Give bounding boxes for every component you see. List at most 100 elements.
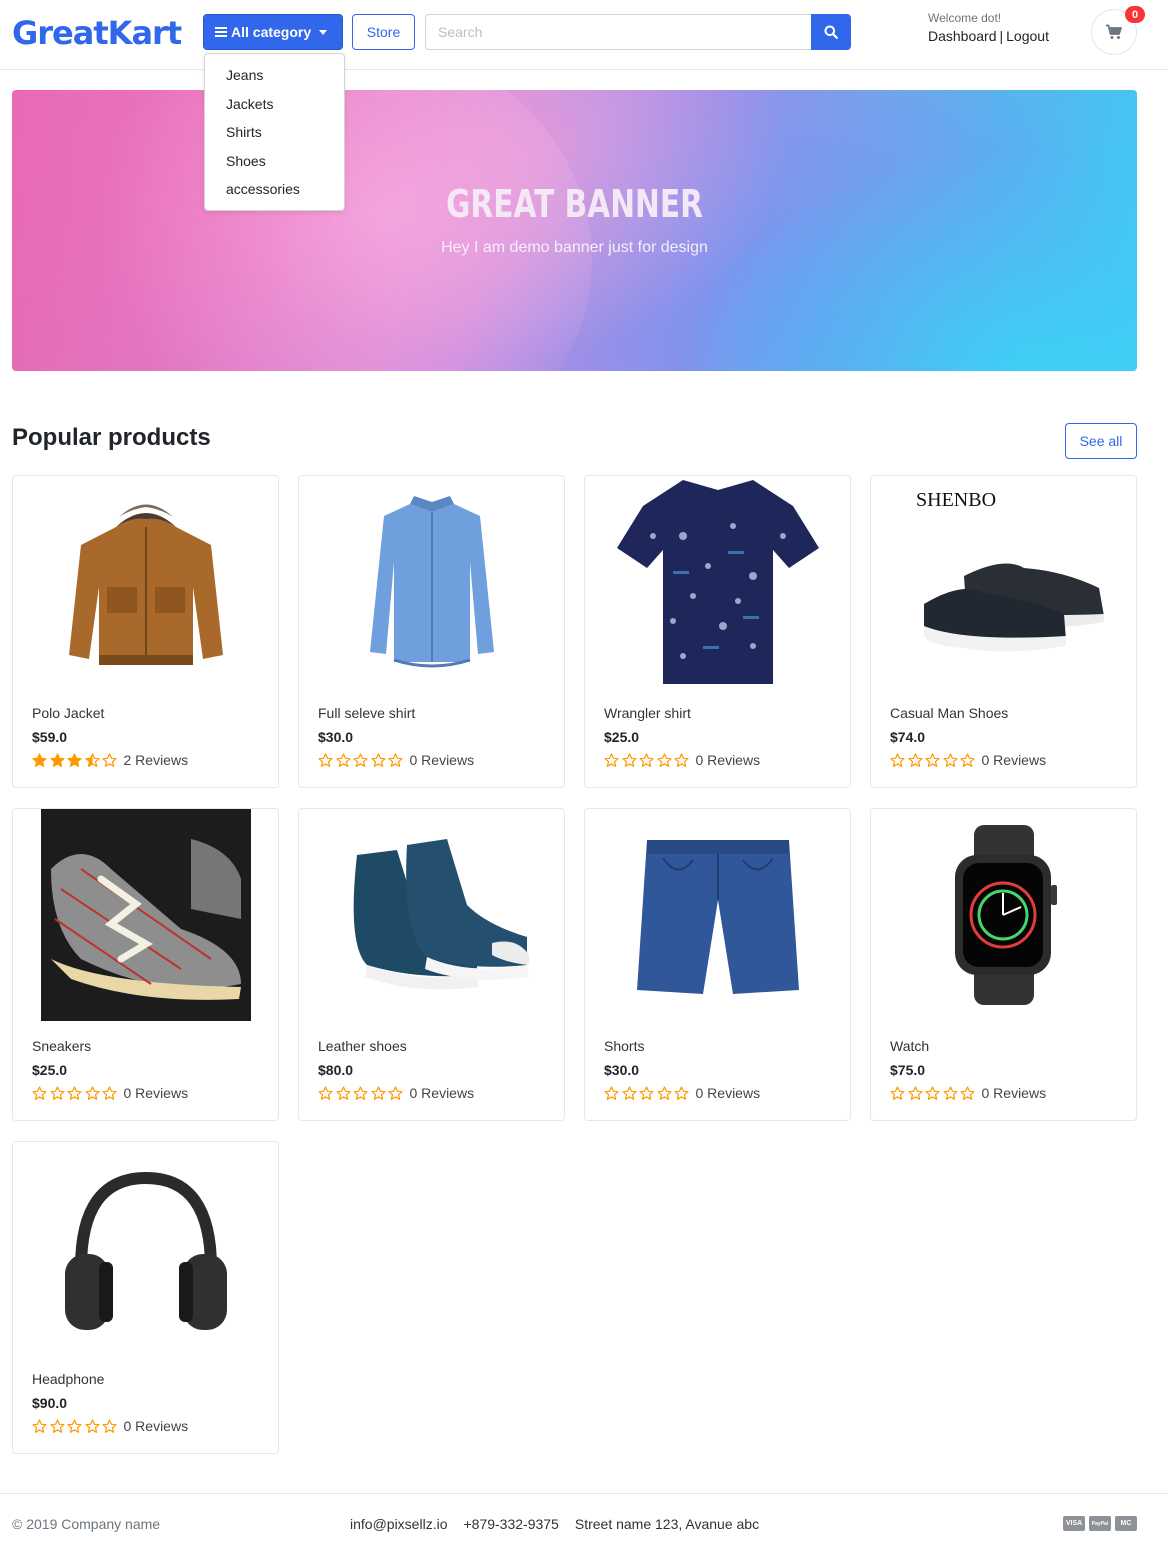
account-links: Dashboard | Logout [928,28,1049,44]
logo[interactable]: GreatKart [12,14,182,52]
product-rating: 0 Reviews [890,1085,1046,1101]
paypal-icon: PayPal [1089,1516,1111,1531]
headphone-image [23,1142,268,1354]
rating-stars [32,752,120,768]
star-empty-icon [907,1085,923,1100]
review-count: 0 Reviews [409,1085,475,1101]
logout-link[interactable]: Logout [1006,28,1049,44]
banner-subtitle: Hey I am demo banner just for design [441,239,708,256]
search-input[interactable] [425,14,812,50]
star-empty-icon [67,1418,82,1433]
rating-stars [604,1085,692,1101]
product-card[interactable]: Headphone $90.0 0 Reviews [12,1141,279,1454]
review-count: 0 Reviews [123,1418,189,1434]
category-item-shoes[interactable]: Shoes [205,149,344,178]
product-card[interactable]: Watch $75.0 0 Reviews [870,808,1137,1121]
menu-icon [215,25,227,39]
cart-count-badge: 0 [1125,6,1145,23]
star-empty-icon [388,752,403,767]
product-price: $74.0 [890,729,926,745]
rating-stars [890,752,978,768]
star-empty-icon [925,752,940,767]
star-empty-icon [102,1085,117,1100]
site-header: GreatKart All category Store Welcome dot… [0,0,1168,70]
review-count: 2 Reviews [123,752,189,768]
product-rating: 2 Reviews [32,752,188,768]
star-empty-icon [656,1085,672,1100]
product-name[interactable]: Wrangler shirt [604,705,691,721]
hero-banner: GREAT BANNER Hey I am demo banner just f… [12,90,1137,371]
product-rating: 0 Reviews [890,752,1046,768]
star-empty-icon [102,1418,117,1433]
product-name[interactable]: Full seleve shirt [318,705,415,721]
category-item-accessories[interactable]: accessories [205,177,344,206]
product-price: $90.0 [32,1395,68,1411]
product-name[interactable]: Watch [890,1038,929,1054]
star-empty-icon [907,752,923,767]
star-empty-icon [639,1085,654,1100]
product-name[interactable]: Headphone [32,1371,104,1387]
search-button[interactable] [811,14,851,50]
payment-methods: VISA PayPal MC [1063,1516,1141,1531]
category-dropdown: Jeans Jackets Shirts Shoes accessories [204,53,345,211]
product-rating: 0 Reviews [604,1085,760,1101]
star-empty-icon [890,1085,905,1100]
star-empty-icon [32,1085,47,1100]
star-empty-icon [942,752,958,767]
star-empty-icon [621,752,637,767]
product-name[interactable]: Casual Man Shoes [890,705,1008,721]
category-item-jeans[interactable]: Jeans [205,63,344,92]
star-empty-icon [639,752,654,767]
rating-stars [890,1085,978,1101]
store-button[interactable]: Store [352,14,415,50]
product-name[interactable]: Shorts [604,1038,644,1054]
site-footer: © 2019 Company name info@pixsellz.io +879… [0,1493,1168,1552]
review-count: 0 Reviews [695,752,761,768]
category-item-jackets[interactable]: Jackets [205,92,344,121]
contact-info: info@pixsellz.io +879-332-9375 Street name… [350,1516,775,1532]
product-price: $25.0 [604,729,640,745]
star-empty-icon [674,752,689,767]
all-category-button[interactable]: All category [203,14,343,50]
shorts-image [595,809,840,1021]
star-empty-icon [318,752,333,767]
jacket-image [23,476,268,688]
star-empty-icon [318,1085,333,1100]
product-name[interactable]: Polo Jacket [32,705,104,721]
star-empty-icon [942,1085,958,1100]
product-card[interactable]: Polo Jacket $59.0 2 Reviews [12,475,279,788]
star-full-icon [67,752,82,767]
leather-shoes-image [309,809,554,1021]
product-price: $59.0 [32,729,68,745]
product-rating: 0 Reviews [32,1418,188,1434]
dashboard-link[interactable]: Dashboard [928,28,997,44]
product-rating: 0 Reviews [318,752,474,768]
product-card[interactable]: Full seleve shirt $30.0 0 Reviews [298,475,565,788]
star-empty-icon [102,752,117,767]
product-card[interactable]: Shorts $30.0 0 Reviews [584,808,851,1121]
product-card[interactable]: Sneakers $25.0 0 Reviews [12,808,279,1121]
product-card[interactable]: Leather shoes $80.0 0 Reviews [298,808,565,1121]
category-item-shirts[interactable]: Shirts [205,120,344,149]
search-icon [824,25,838,39]
review-count: 0 Reviews [123,1085,189,1101]
product-price: $75.0 [890,1062,926,1078]
product-rating: 0 Reviews [318,1085,474,1101]
star-empty-icon [84,1085,100,1100]
product-card[interactable]: Wrangler shirt $25.0 0 Reviews [584,475,851,788]
shenbo-logo: SHENBO [916,489,996,511]
sneakers-image [23,809,268,1021]
rating-stars [318,752,406,768]
star-empty-icon [656,752,672,767]
star-empty-icon [674,1085,689,1100]
link-separator: | [999,28,1004,44]
see-all-button[interactable]: See all [1065,423,1137,459]
product-name[interactable]: Leather shoes [318,1038,407,1054]
product-name[interactable]: Sneakers [32,1038,91,1054]
product-rating: 0 Reviews [32,1085,188,1101]
star-empty-icon [32,1418,47,1433]
rating-stars [318,1085,406,1101]
star-empty-icon [353,1085,368,1100]
star-empty-icon [84,1418,100,1433]
product-card[interactable]: SHENBO Casual Man Shoes $74.0 0 Reviews [870,475,1137,788]
